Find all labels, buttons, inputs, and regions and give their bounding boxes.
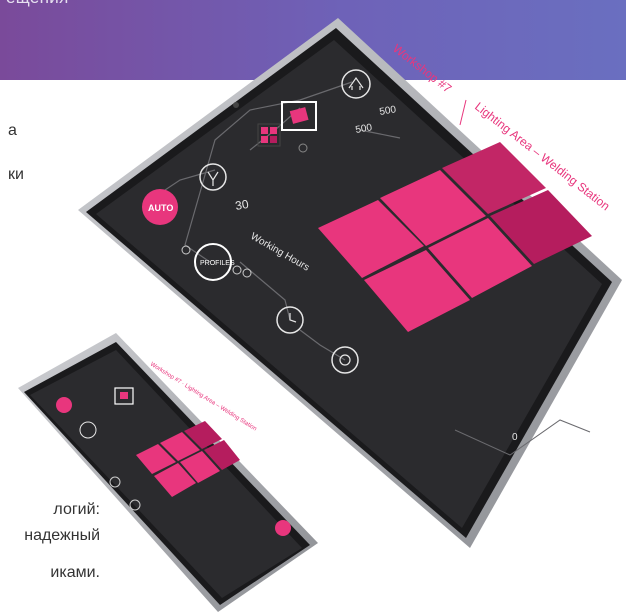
tablet-camera-icon xyxy=(233,102,239,108)
auto-label: AUTO xyxy=(148,203,173,213)
phone-auto-button[interactable] xyxy=(56,397,72,413)
zero-value: 0 xyxy=(512,432,518,443)
phone-action-button[interactable] xyxy=(275,520,291,536)
value-30: 30 xyxy=(234,197,250,213)
profiles-label: PROFILES xyxy=(200,260,235,267)
title-divider xyxy=(459,99,467,126)
devices-illustration: Workshop #7 Lighting Area – Welding Stat… xyxy=(18,18,622,612)
